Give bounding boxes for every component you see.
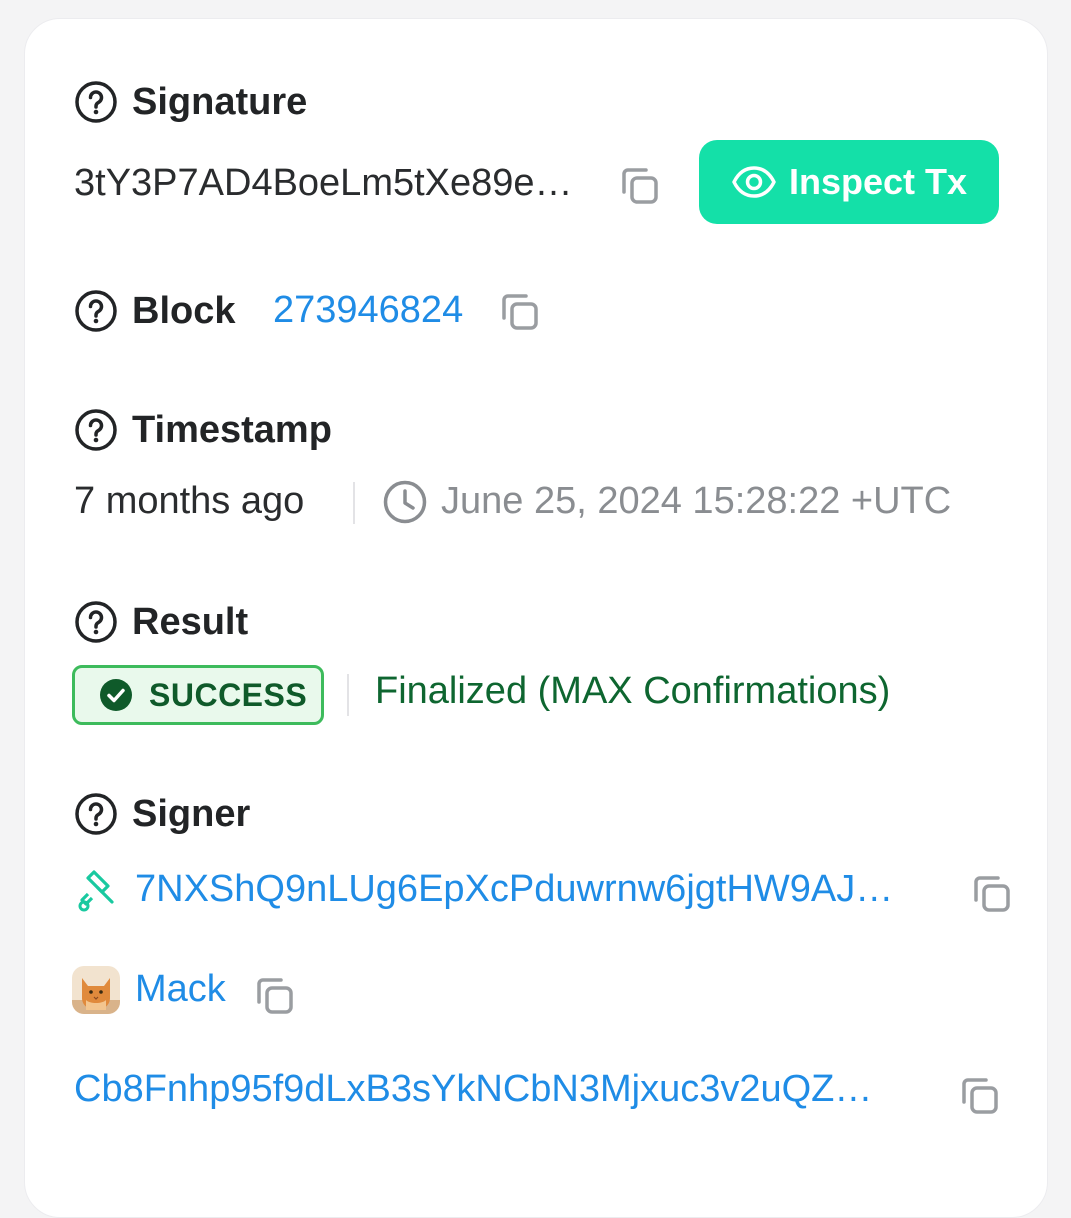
copy-icon[interactable] [498, 290, 542, 334]
divider [347, 674, 349, 716]
signature-label: Signature [132, 81, 308, 123]
copy-icon[interactable] [970, 872, 1014, 916]
help-icon[interactable] [74, 792, 118, 836]
result-label: Result [132, 601, 249, 643]
help-icon[interactable] [74, 289, 118, 333]
signature-value: 3tY3P7AD4BoeLm5tXe89e… [74, 162, 573, 204]
eye-icon [732, 166, 776, 198]
help-icon[interactable] [74, 600, 118, 644]
signature-label-row: Signature [74, 80, 307, 124]
confirmation-status: Finalized (MAX Confirmations) [375, 670, 891, 712]
check-circle-icon [100, 679, 132, 711]
signer-second-address-link[interactable]: Cb8Fnhp95f9dLxB3sYkNCbN3Mjxuc3v2uQZ… [74, 1066, 872, 1112]
help-icon[interactable] [74, 408, 118, 452]
timestamp-label-row: Timestamp [74, 408, 332, 452]
copy-icon[interactable] [253, 974, 297, 1018]
clock-icon [382, 479, 428, 525]
copy-icon[interactable] [618, 164, 662, 208]
block-label-row: Block [74, 289, 235, 333]
inspect-tx-label: Inspect Tx [788, 161, 968, 202]
result-label-row: Result [74, 600, 248, 644]
block-number-link[interactable]: 273946824 [273, 287, 463, 333]
divider [353, 482, 355, 524]
timestamp-relative: 7 months ago [74, 480, 305, 522]
block-label: Block [132, 290, 236, 332]
signer-name-link[interactable]: Mack [135, 966, 226, 1012]
signer-address-link[interactable]: 7NXShQ9nLUg6EpXcPduwrnw6jgtHW9AJ… [135, 866, 893, 912]
timestamp-label: Timestamp [132, 409, 332, 451]
status-badge: SUCCESS [72, 665, 324, 725]
timestamp-absolute: June 25, 2024 15:28:22 +UTC [441, 480, 952, 522]
signer-label: Signer [132, 793, 251, 835]
signer-label-row: Signer [74, 792, 250, 836]
fee-payer-icon [72, 866, 120, 914]
help-icon[interactable] [74, 80, 118, 124]
avatar [72, 966, 120, 1014]
copy-icon[interactable] [958, 1074, 1002, 1118]
inspect-tx-button[interactable]: Inspect Tx [699, 140, 999, 224]
status-badge-text: SUCCESS [149, 676, 308, 713]
